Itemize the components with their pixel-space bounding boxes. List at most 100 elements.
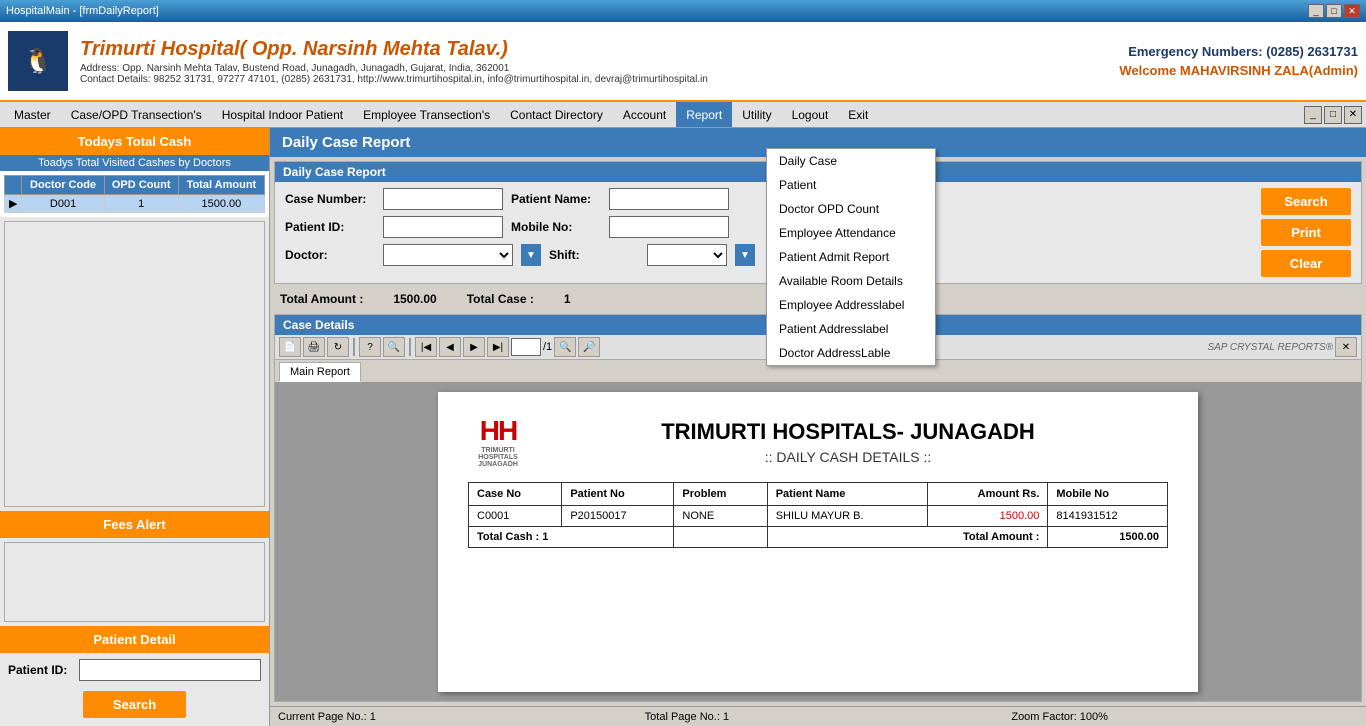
- search-button[interactable]: Search: [1261, 188, 1351, 215]
- report-menu-patient-addr[interactable]: Patient Addresslabel: [767, 317, 935, 341]
- col-opd-count: OPD Count: [104, 176, 178, 195]
- th-case-no: Case No: [469, 483, 562, 506]
- maximize-btn[interactable]: □: [1326, 4, 1342, 18]
- menu-report[interactable]: Report: [676, 102, 732, 127]
- print-button[interactable]: Print: [1261, 219, 1351, 246]
- th-patient-name: Patient Name: [767, 483, 927, 506]
- mobile-no-input[interactable]: [609, 216, 729, 238]
- patient-name-label: Patient Name:: [511, 192, 601, 206]
- td-problem: NONE: [674, 506, 767, 527]
- report-total-row: Total Cash : 1 Total Amount : 1500.00: [469, 527, 1168, 548]
- report-hosp-name: TRIMURTI HOSPITALS- JUNAGADH: [528, 419, 1168, 445]
- welcome-text: Welcome MAHAVIRSINH ZALA(Admin): [1119, 63, 1358, 78]
- main-report-tab[interactable]: Main Report: [279, 362, 361, 382]
- cash-chart: [4, 221, 265, 507]
- current-page-status: Current Page No.: 1: [278, 711, 625, 723]
- win-controls: _ □ ✕: [1304, 106, 1362, 124]
- opd-count: 1: [104, 195, 178, 213]
- report-title-area: TRIMURTI HOSPITALS- JUNAGADH :: DAILY CA…: [528, 419, 1168, 465]
- report-paper: HH TRIMURTI HOSPITALSJUNAGADH TRIMURTI H…: [438, 392, 1198, 692]
- menu-utility[interactable]: Utility: [732, 102, 781, 127]
- toolbar-find[interactable]: 🔍: [554, 337, 576, 357]
- toolbar-zoom[interactable]: 🔎: [578, 337, 600, 357]
- hospital-info: Trimurti Hospital( Opp. Narsinh Mehta Ta…: [80, 38, 1119, 85]
- report-menu-patient-admit[interactable]: Patient Admit Report: [767, 245, 935, 269]
- total-amount: 1500.00: [178, 195, 264, 213]
- win-restore[interactable]: □: [1324, 106, 1342, 124]
- title-bar-text: HospitalMain - [frmDailyReport]: [6, 5, 159, 17]
- toolbar-last[interactable]: ▶|: [487, 337, 509, 357]
- main-container: Todays Total Cash Toadys Total Visited C…: [0, 128, 1366, 726]
- toolbar-print[interactable]: 🖨: [303, 337, 325, 357]
- mobile-no-label: Mobile No:: [511, 220, 601, 234]
- toolbar-refresh[interactable]: ↻: [327, 337, 349, 357]
- menu-account[interactable]: Account: [613, 102, 676, 127]
- case-details: Case Details 📄 🖨 ↻ ? 🔍 |◀ ◀ ▶ ▶| 1 /1 🔍 …: [274, 314, 1362, 702]
- doctor-select[interactable]: [383, 244, 513, 266]
- menu-contact[interactable]: Contact Directory: [500, 102, 613, 127]
- logo-subtitle: TRIMURTI HOSPITALSJUNAGADH: [468, 447, 528, 468]
- total-cash-label-cell: Total Cash : 1: [469, 527, 674, 548]
- clear-button[interactable]: Clear: [1261, 250, 1351, 277]
- todays-cash-title[interactable]: Todays Total Cash: [0, 128, 269, 155]
- menu-indoor[interactable]: Hospital Indoor Patient: [212, 102, 353, 127]
- sap-label: SAP CRYSTAL REPORTS®: [1207, 342, 1333, 353]
- close-btn[interactable]: ✕: [1344, 4, 1360, 18]
- col-doctor-code: Doctor Code: [22, 176, 104, 195]
- toolbar-close-report[interactable]: ✕: [1335, 337, 1357, 357]
- page-number-input[interactable]: 1: [511, 338, 541, 356]
- minimize-btn[interactable]: _: [1308, 4, 1324, 18]
- win-minimize[interactable]: _: [1304, 106, 1322, 124]
- report-sub-title: :: DAILY CASH DETAILS ::: [528, 449, 1168, 465]
- menu-exit[interactable]: Exit: [838, 102, 878, 127]
- report-menu-available-room[interactable]: Available Room Details: [767, 269, 935, 293]
- menu-case-opd[interactable]: Case/OPD Transection's: [61, 102, 212, 127]
- toolbar-search-text[interactable]: 🔍: [383, 337, 405, 357]
- toolbar-first[interactable]: |◀: [415, 337, 437, 357]
- toolbar-next[interactable]: ▶: [463, 337, 485, 357]
- total-amount-label: Total Amount :: [280, 292, 363, 306]
- empty1: [674, 527, 767, 548]
- report-menu-employee-attendance[interactable]: Employee Attendance: [767, 221, 935, 245]
- total-case-label: Total Case :: [467, 292, 534, 306]
- doctor-dropdown-btn[interactable]: ▼: [521, 244, 541, 266]
- menu-master[interactable]: Master: [4, 102, 61, 127]
- title-bar-buttons: _ □ ✕: [1308, 4, 1360, 18]
- toolbar-help[interactable]: ?: [359, 337, 381, 357]
- report-menu-patient[interactable]: Patient: [767, 173, 935, 197]
- toolbar-prev[interactable]: ◀: [439, 337, 461, 357]
- th-patient-no: Patient No: [562, 483, 674, 506]
- shift-dropdown-btn[interactable]: ▼: [735, 244, 755, 266]
- patient-id-input[interactable]: [79, 659, 261, 681]
- report-menu-employee-addr[interactable]: Employee Addresslabel: [767, 293, 935, 317]
- patient-detail-title[interactable]: Patient Detail: [0, 626, 269, 653]
- menu-employee[interactable]: Employee Transection's: [353, 102, 500, 127]
- toolbar-export[interactable]: 📄: [279, 337, 301, 357]
- emergency-numbers: Emergency Numbers: (0285) 2631731: [1119, 44, 1358, 59]
- patient-search-button[interactable]: Search: [83, 691, 186, 718]
- report-menu-daily-case[interactable]: Daily Case: [767, 149, 935, 173]
- visited-title: Toadys Total Visited Cashes by Doctors: [0, 155, 269, 171]
- sidebar: Todays Total Cash Toadys Total Visited C…: [0, 128, 270, 726]
- case-number-label: Case Number:: [285, 192, 375, 206]
- case-number-input[interactable]: [383, 188, 503, 210]
- report-menu-doctor-addr[interactable]: Doctor AddressLable: [767, 341, 935, 365]
- td-amount: 1500.00: [927, 506, 1047, 527]
- total-case-value: 1: [564, 292, 571, 306]
- patient-id-form-input[interactable]: [383, 216, 503, 238]
- shift-select[interactable]: [647, 244, 727, 266]
- menu-logout[interactable]: Logout: [782, 102, 839, 127]
- sidebar-table-container: Doctor Code OPD Count Total Amount ▶ D00…: [0, 171, 269, 217]
- report-menu-doctor-opd[interactable]: Doctor OPD Count: [767, 197, 935, 221]
- td-patient-no: P20150017: [562, 506, 674, 527]
- header: 🐧 Trimurti Hospital( Opp. Narsinh Mehta …: [0, 22, 1366, 102]
- patient-id-row: Patient ID:: [0, 653, 269, 687]
- menubar: Master Case/OPD Transection's Hospital I…: [0, 102, 1366, 128]
- win-close[interactable]: ✕: [1344, 106, 1362, 124]
- hospital-name: Trimurti Hospital( Opp. Narsinh Mehta Ta…: [80, 38, 1119, 61]
- logo-area: 🐧: [8, 31, 68, 91]
- fees-alert-title[interactable]: Fees Alert: [0, 511, 269, 538]
- patient-name-input[interactable]: [609, 188, 729, 210]
- table-row[interactable]: ▶ D001 1 1500.00: [5, 195, 265, 213]
- total-cash-value: 1: [542, 531, 548, 543]
